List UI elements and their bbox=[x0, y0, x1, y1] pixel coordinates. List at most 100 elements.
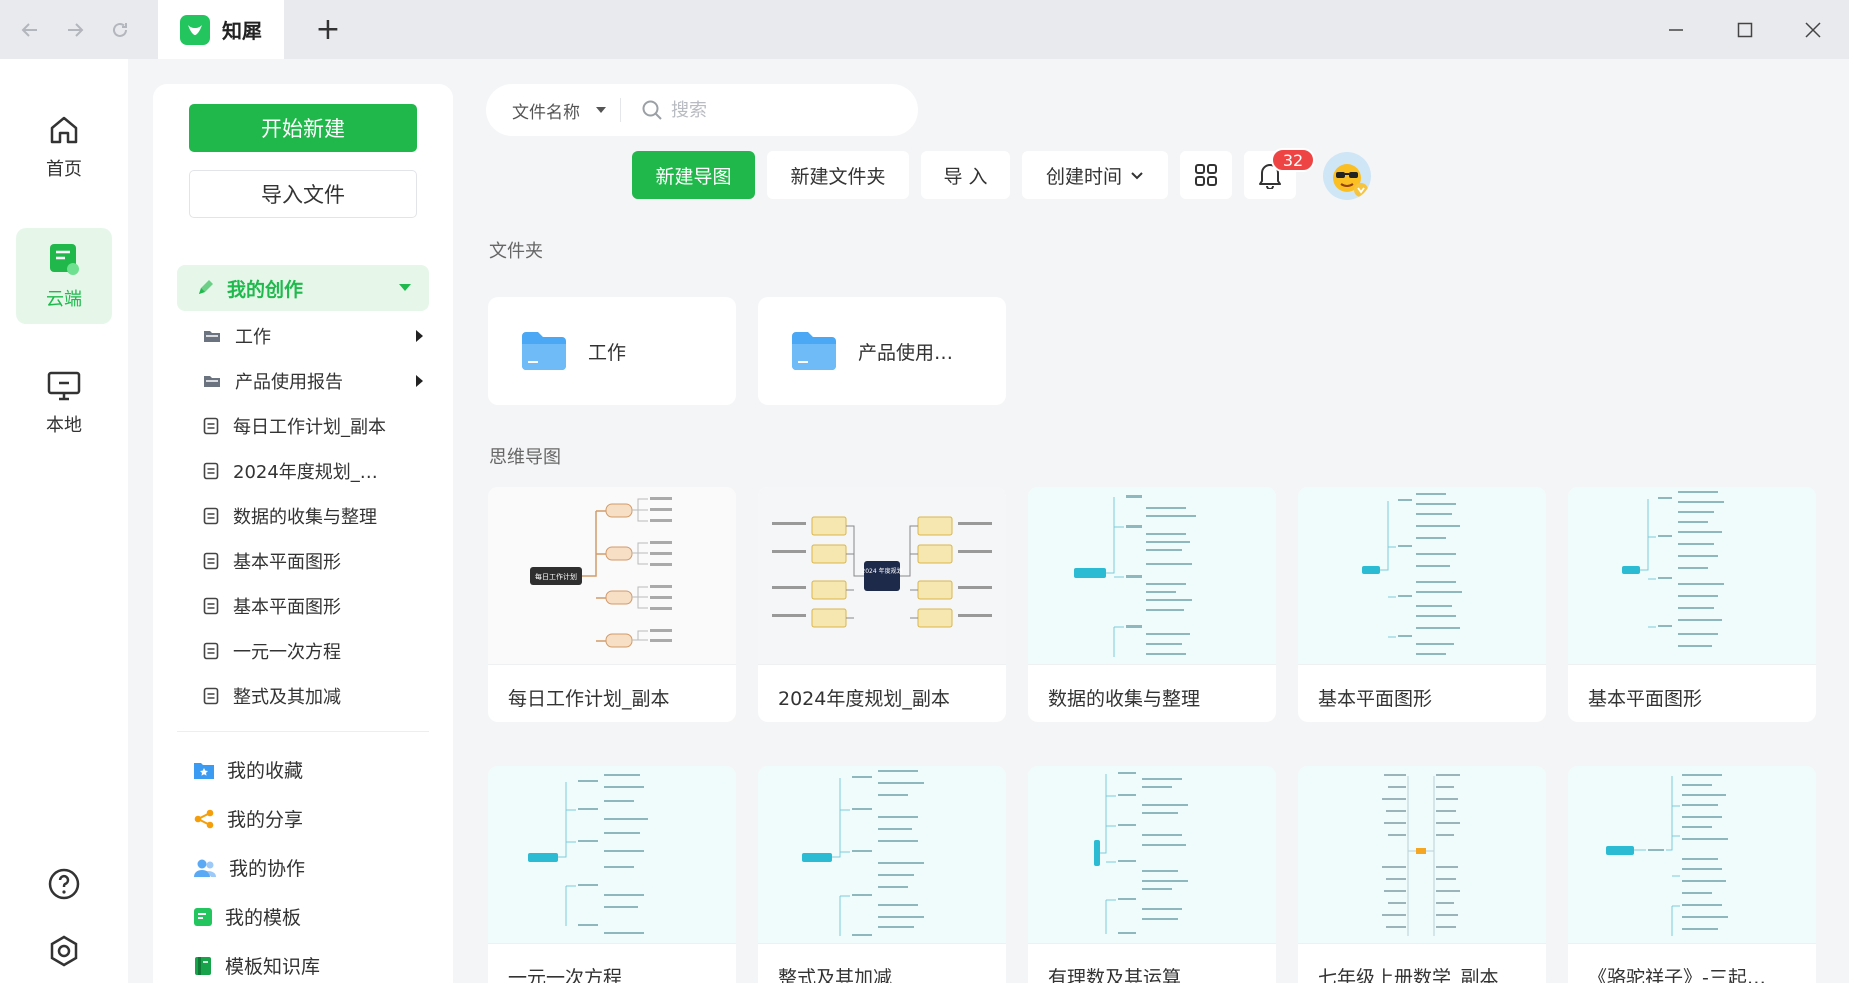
chevron-right-icon[interactable] bbox=[416, 330, 423, 342]
folder-icon bbox=[522, 332, 566, 370]
template-icon bbox=[194, 907, 212, 926]
mindmap-card[interactable]: 有理数及其运算 bbox=[1028, 766, 1276, 983]
book-icon bbox=[195, 956, 211, 975]
import-button[interactable]: 导 入 bbox=[921, 151, 1010, 199]
help-icon[interactable] bbox=[44, 864, 84, 904]
tree-item-folder[interactable]: 工作 bbox=[203, 313, 433, 358]
mindmap-title: 每日工作计划_副本 bbox=[508, 688, 670, 710]
rail-label: 首页 bbox=[46, 159, 82, 180]
collaborate-icon bbox=[194, 859, 216, 877]
mindmap-title: 一元一次方程 bbox=[508, 967, 623, 983]
close-icon[interactable] bbox=[1796, 14, 1830, 46]
import-file-button[interactable]: 导入文件 bbox=[189, 170, 417, 218]
mindmap-card[interactable]: 每日工作计划 每日工作计划_副本 bbox=[488, 487, 736, 722]
grid-view-button[interactable] bbox=[1180, 151, 1232, 199]
search-filter-select[interactable]: 文件名称 bbox=[512, 98, 606, 123]
left-rail: 首页 云端 本地 bbox=[0, 59, 128, 983]
tree-item-file[interactable]: 一元一次方程 bbox=[203, 628, 433, 673]
mindmap-thumbnail bbox=[1568, 487, 1816, 665]
folder-name: 工作 bbox=[588, 341, 627, 364]
favorites-icon bbox=[194, 762, 214, 779]
tree-item-file[interactable]: 每日工作计划_副本 bbox=[203, 403, 433, 448]
chevron-right-icon[interactable] bbox=[416, 375, 423, 387]
app-tab[interactable]: 知犀 bbox=[158, 0, 284, 59]
tree-item-file[interactable]: 数据的收集与整理 bbox=[203, 493, 433, 538]
search-filter-value: 文件名称 bbox=[512, 102, 580, 123]
document-icon bbox=[203, 462, 219, 479]
mindmap-thumbnail bbox=[1028, 487, 1276, 665]
sidebar-item-knowledge-base[interactable]: 模板知识库 bbox=[193, 941, 433, 983]
rail-item-cloud[interactable]: 云端 bbox=[16, 228, 112, 324]
document-icon bbox=[203, 552, 219, 569]
sidebar-item-label: 我的协作 bbox=[229, 858, 306, 880]
sidebar-item-favorites[interactable]: 我的收藏 bbox=[193, 745, 433, 794]
new-tab-button[interactable]: + bbox=[312, 12, 344, 47]
tree-item-file[interactable]: 基本平面图形 bbox=[203, 538, 433, 583]
settings-icon[interactable] bbox=[44, 931, 84, 971]
cloud-sidebar: 开始新建 导入文件 我的创作 工作 产品使用报告 每日工作计划_副本 2024年… bbox=[153, 84, 453, 983]
new-map-button[interactable]: 新建导图 bbox=[632, 151, 755, 199]
mindmap-card[interactable]: 基本平面图形 bbox=[1568, 487, 1816, 722]
sidebar-item-label: 我的模板 bbox=[225, 907, 302, 929]
mindmap-title: 《骆驼祥子》-三起… bbox=[1588, 967, 1766, 983]
mindmap-title: 七年级上册数学_副本 bbox=[1318, 967, 1499, 983]
mindmap-card[interactable]: 2024 年度规划 2024年度规划_副本 bbox=[758, 487, 1006, 722]
document-icon bbox=[203, 417, 219, 434]
tree-item-file[interactable]: 整式及其加减 bbox=[203, 673, 433, 718]
back-icon[interactable] bbox=[14, 14, 46, 46]
search-separator bbox=[620, 98, 621, 122]
rail-item-local[interactable]: 本地 bbox=[16, 355, 112, 451]
tree-item-file[interactable]: 基本平面图形 bbox=[203, 583, 433, 628]
tree-item-label: 基本平面图形 bbox=[233, 596, 341, 618]
monitor-icon bbox=[47, 371, 81, 401]
mindmap-thumbnail bbox=[1568, 766, 1816, 944]
new-folder-button[interactable]: 新建文件夹 bbox=[767, 151, 909, 199]
sidebar-item-templates[interactable]: 我的模板 bbox=[193, 892, 433, 941]
tree-item-label: 数据的收集与整理 bbox=[233, 506, 377, 528]
app-title: 知犀 bbox=[222, 19, 262, 43]
mindmap-card[interactable]: 数据的收集与整理 bbox=[1028, 487, 1276, 722]
thumbnail-root-label: 每日工作计划 bbox=[535, 572, 577, 581]
title-bar: 知犀 + bbox=[0, 0, 1849, 59]
rail-item-home[interactable]: 首页 bbox=[16, 99, 112, 195]
mindmaps-section-title: 思维导图 bbox=[489, 447, 561, 468]
mindmap-card[interactable]: 《骆驼祥子》-三起… bbox=[1568, 766, 1816, 983]
folder-card[interactable]: 工作 bbox=[488, 297, 736, 405]
sidebar-item-share[interactable]: 我的分享 bbox=[193, 794, 433, 843]
document-icon bbox=[203, 642, 219, 659]
folder-card[interactable]: 产品使用… bbox=[758, 297, 1006, 405]
refresh-icon[interactable] bbox=[104, 14, 136, 46]
grid-view-icon bbox=[1195, 164, 1217, 186]
my-creations-header[interactable]: 我的创作 bbox=[177, 265, 429, 311]
mindmap-card[interactable]: 一元一次方程 bbox=[488, 766, 736, 983]
minimize-icon[interactable] bbox=[1659, 14, 1693, 46]
tree-item-file[interactable]: 2024年度规划_… bbox=[203, 448, 433, 493]
start-new-button[interactable]: 开始新建 bbox=[189, 104, 417, 152]
search-input[interactable] bbox=[671, 99, 851, 121]
mindmap-thumbnail bbox=[1298, 766, 1546, 944]
caret-down-icon bbox=[596, 107, 606, 113]
maximize-icon[interactable] bbox=[1728, 14, 1762, 46]
mindmap-card[interactable]: 基本平面图形 bbox=[1298, 487, 1546, 722]
forward-icon[interactable] bbox=[59, 14, 91, 46]
chevron-down-icon bbox=[1131, 172, 1143, 180]
notification-count-badge: 32 bbox=[1271, 148, 1315, 172]
sidebar-divider bbox=[177, 731, 429, 732]
sidebar-item-label: 模板知识库 bbox=[225, 956, 321, 978]
tree-item-label: 2024年度规划_… bbox=[233, 461, 378, 483]
avatar[interactable] bbox=[1323, 152, 1371, 200]
folder-icon bbox=[792, 332, 836, 370]
mindmap-thumbnail bbox=[758, 766, 1006, 944]
rail-label: 本地 bbox=[46, 415, 82, 436]
chevron-down-icon[interactable] bbox=[399, 284, 411, 291]
tree-item-label: 工作 bbox=[235, 326, 271, 348]
sort-dropdown[interactable]: 创建时间 bbox=[1022, 151, 1168, 199]
mindmap-card[interactable]: 整式及其加减 bbox=[758, 766, 1006, 983]
sidebar-item-collaborate[interactable]: 我的协作 bbox=[193, 843, 433, 892]
document-icon bbox=[203, 507, 219, 524]
thumbnail-root-label: 2024 年度规划 bbox=[861, 567, 902, 575]
sidebar-item-label: 我的收藏 bbox=[227, 760, 304, 782]
mindmap-card[interactable]: 七年级上册数学_副本 bbox=[1298, 766, 1546, 983]
tree-item-folder[interactable]: 产品使用报告 bbox=[203, 358, 433, 403]
home-icon bbox=[50, 116, 78, 144]
